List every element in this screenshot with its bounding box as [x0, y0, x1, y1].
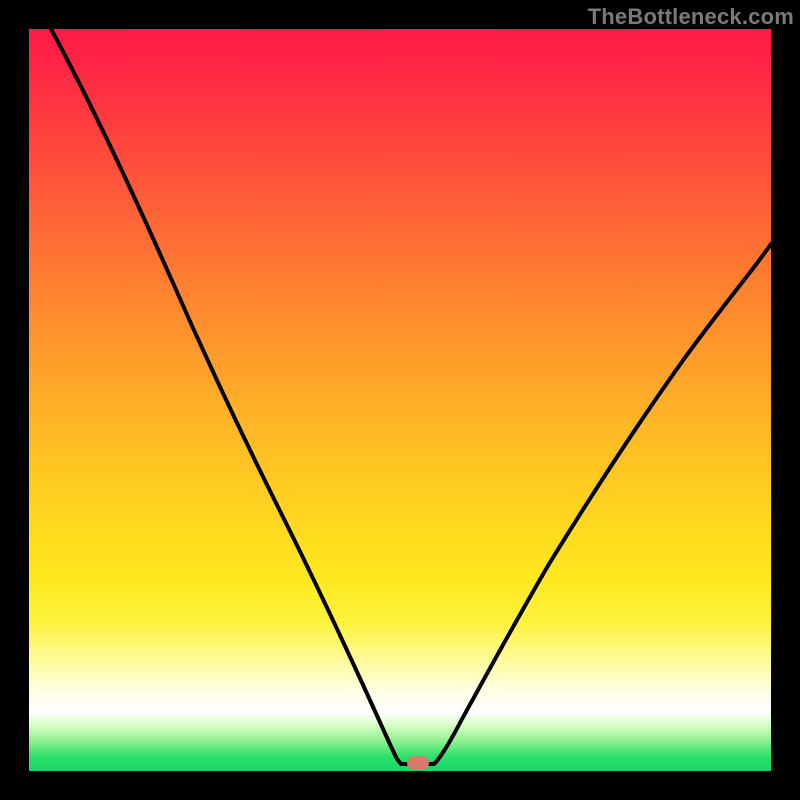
bottleneck-curve [29, 29, 771, 771]
optimal-point-marker [407, 756, 429, 770]
plot-area [29, 29, 771, 771]
chart-frame: TheBottleneck.com [0, 0, 800, 800]
watermark-text: TheBottleneck.com [588, 4, 794, 30]
